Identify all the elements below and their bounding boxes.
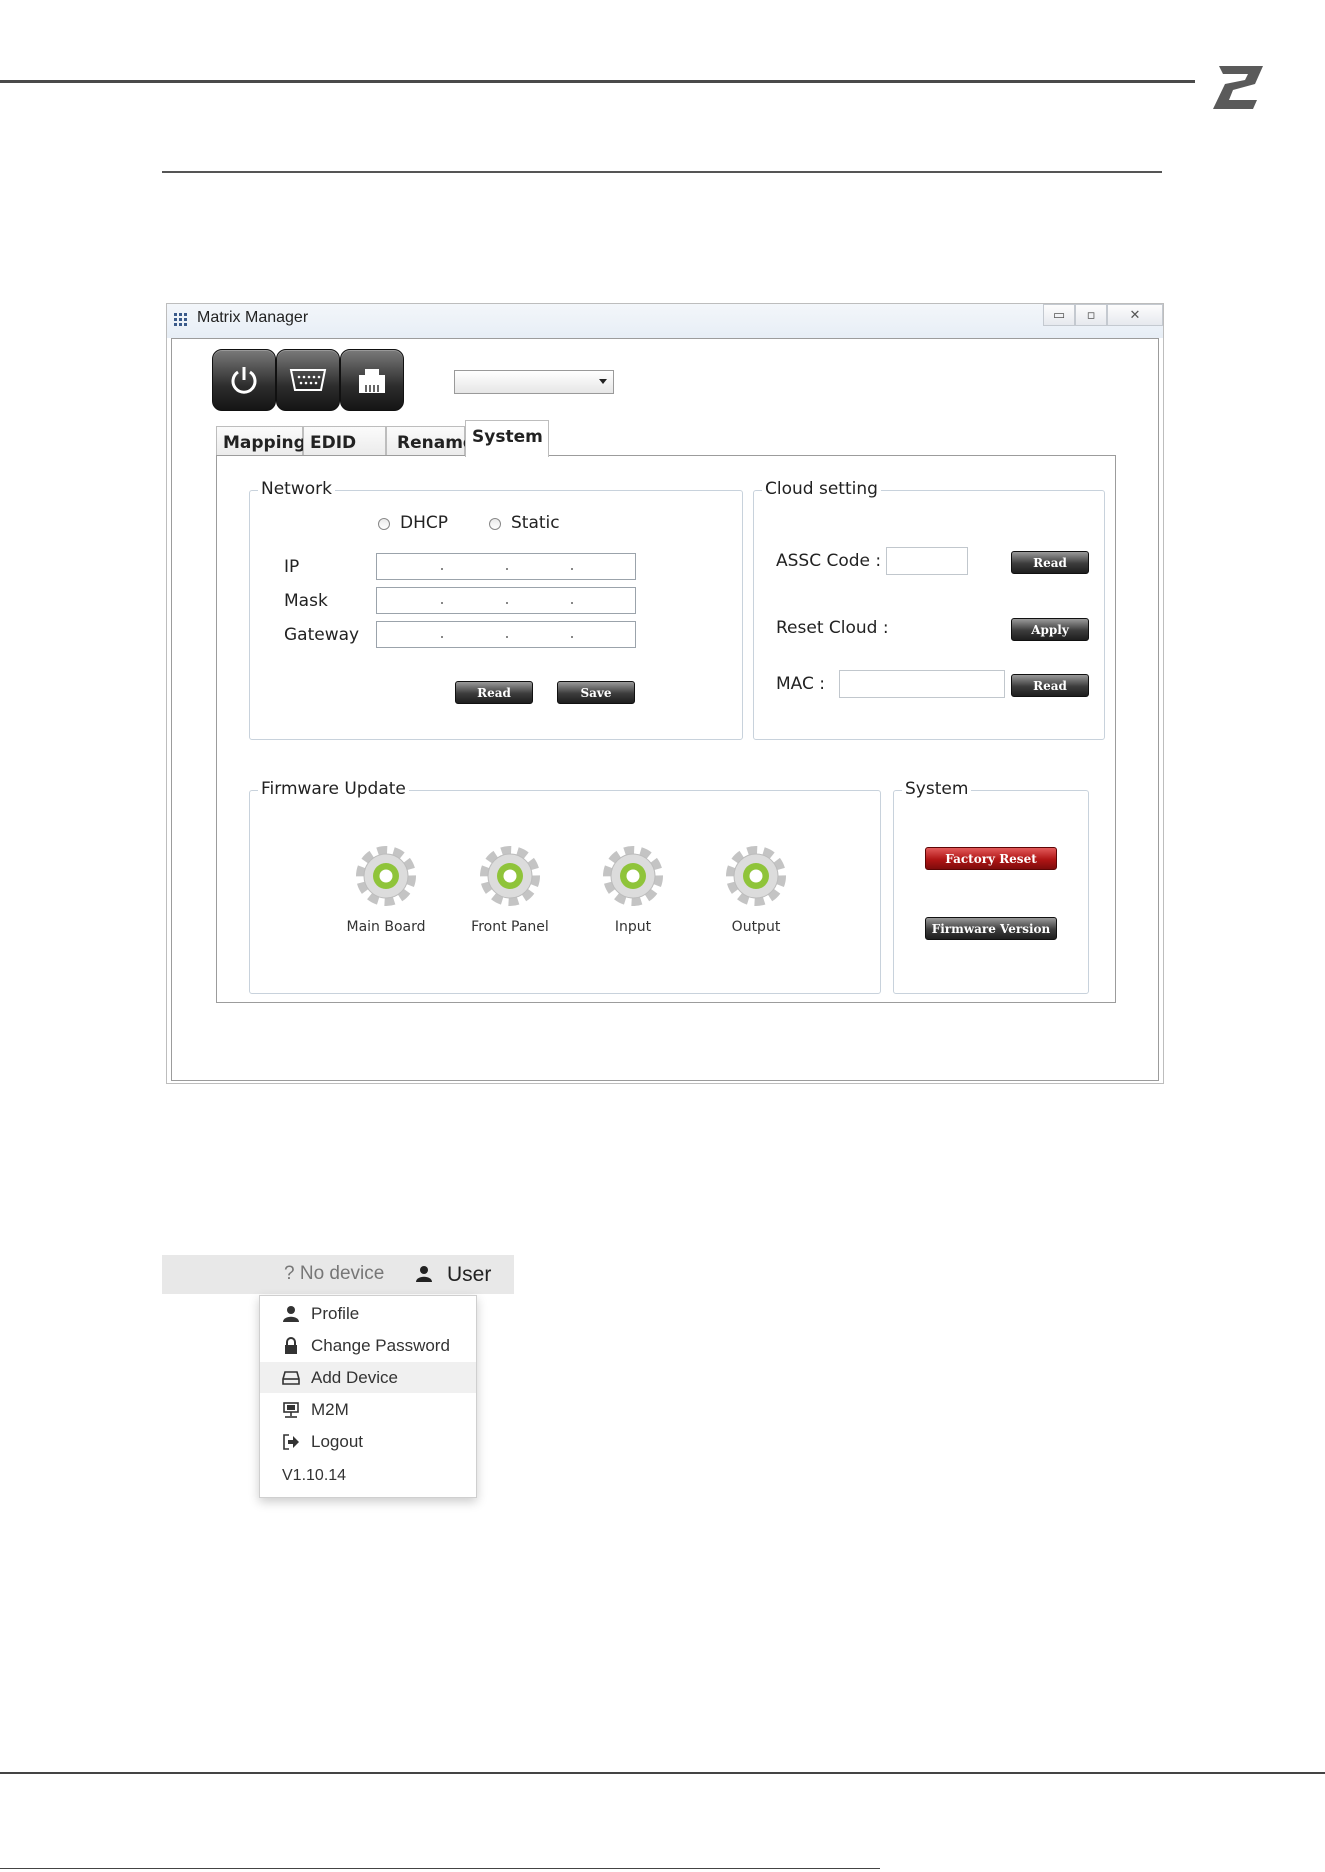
tab-system[interactable]: System bbox=[465, 420, 549, 457]
tab-system-label: System bbox=[472, 427, 543, 447]
firmware-main-board[interactable]: Main Board bbox=[326, 843, 446, 935]
tab-mapping-label: Mapping bbox=[223, 433, 306, 453]
static-label: Static bbox=[511, 513, 560, 533]
user-icon bbox=[416, 1266, 432, 1282]
factory-reset-button[interactable]: Factory Reset bbox=[925, 847, 1057, 870]
mac-field[interactable] bbox=[839, 670, 1005, 698]
static-radio[interactable] bbox=[489, 518, 501, 530]
tab-rename[interactable]: Rename bbox=[386, 426, 474, 456]
ethernet-button[interactable] bbox=[340, 349, 404, 411]
maximize-button[interactable]: ▫ bbox=[1075, 304, 1107, 326]
tab-edid-label: EDID bbox=[310, 433, 357, 453]
network-legend: Network bbox=[258, 479, 335, 499]
menu-item-label: M2M bbox=[311, 1400, 349, 1419]
hard-drive-icon bbox=[282, 1371, 300, 1385]
window-client-area: Mapping EDID Rename System Network DHCP … bbox=[171, 338, 1159, 1081]
system-tab-panel: Network DHCP Static IP Mask Gateway Read bbox=[216, 455, 1116, 1003]
network-read-button[interactable]: Read bbox=[455, 681, 533, 704]
user-menu-toggle[interactable]: User bbox=[447, 1263, 491, 1287]
title-bar: Matrix Manager ▭ ▫ ✕ bbox=[167, 304, 1163, 338]
close-icon: ✕ bbox=[1129, 307, 1141, 323]
firmware-update-group: Firmware Update Main Board Front Panel I… bbox=[249, 779, 881, 994]
minimize-button[interactable]: ▭ bbox=[1043, 304, 1075, 326]
output-label: Output bbox=[731, 919, 781, 935]
power-icon bbox=[231, 367, 257, 394]
dhcp-label: DHCP bbox=[400, 513, 448, 533]
user-icon bbox=[283, 1306, 299, 1322]
mask-label: Mask bbox=[284, 591, 328, 611]
menu-item-add-device[interactable]: Add Device bbox=[260, 1362, 476, 1393]
minimize-icon: ▭ bbox=[1052, 307, 1066, 323]
ethernet-port-icon bbox=[359, 369, 385, 393]
firmware-front-panel[interactable]: Front Panel bbox=[450, 843, 570, 935]
power-button[interactable] bbox=[212, 349, 276, 411]
system-legend: System bbox=[902, 779, 972, 799]
gateway-label: Gateway bbox=[284, 625, 360, 645]
assc-code-field[interactable] bbox=[886, 547, 968, 575]
menu-item-m2m[interactable]: M2M bbox=[260, 1394, 476, 1425]
maximize-icon: ▫ bbox=[1086, 307, 1096, 323]
device-status: ? No device bbox=[284, 1263, 385, 1284]
app-grid-icon bbox=[174, 313, 187, 326]
gear-icon bbox=[356, 846, 416, 906]
ip-label: IP bbox=[284, 557, 300, 577]
section-rule bbox=[162, 171, 1162, 173]
serial-port-icon bbox=[289, 369, 327, 391]
menu-item-label: Profile bbox=[311, 1304, 360, 1323]
menu-item-profile[interactable]: Profile bbox=[260, 1298, 476, 1329]
gear-icon bbox=[726, 846, 786, 906]
footer-rule bbox=[0, 1772, 1325, 1774]
tab-rename-label: Rename bbox=[397, 433, 475, 453]
serial-button[interactable] bbox=[276, 349, 340, 411]
lock-icon bbox=[285, 1337, 297, 1354]
cloud-legend: Cloud setting bbox=[762, 479, 881, 499]
mac-label: MAC : bbox=[776, 674, 825, 694]
reset-cloud-apply-button[interactable]: Apply bbox=[1011, 618, 1089, 641]
cloud-setting-group: Cloud setting ASSC Code : Read Reset Clo… bbox=[753, 479, 1105, 740]
gateway-field[interactable] bbox=[376, 621, 636, 648]
ip-field[interactable] bbox=[376, 553, 636, 580]
tab-mapping[interactable]: Mapping bbox=[216, 426, 306, 456]
input-label: Input bbox=[614, 919, 652, 935]
network-save-button[interactable]: Save bbox=[557, 681, 635, 704]
mask-field[interactable] bbox=[376, 587, 636, 614]
matrix-manager-window: Matrix Manager ▭ ▫ ✕ Mapping EDID Rename… bbox=[166, 303, 1164, 1084]
system-group: System Factory Reset Firmware Version bbox=[893, 779, 1089, 994]
logout-icon bbox=[283, 1434, 299, 1450]
app-version: V1.10.14 bbox=[282, 1467, 347, 1484]
menu-item-label: Add Device bbox=[311, 1368, 398, 1387]
assc-code-label: ASSC Code : bbox=[776, 551, 882, 571]
user-dropdown-menu: Profile Change Password Add Device M2M L… bbox=[259, 1295, 477, 1498]
close-button[interactable]: ✕ bbox=[1107, 304, 1163, 326]
firmware-legend: Firmware Update bbox=[258, 779, 409, 799]
network-icon bbox=[283, 1402, 299, 1418]
firmware-version-button[interactable]: Firmware Version bbox=[925, 917, 1057, 940]
firmware-input[interactable]: Input bbox=[573, 843, 693, 935]
menu-item-label: Change Password bbox=[311, 1336, 450, 1355]
window-controls: ▭ ▫ ✕ bbox=[1043, 304, 1163, 326]
assc-read-button[interactable]: Read bbox=[1011, 551, 1089, 574]
web-header-bar: ? No device User bbox=[162, 1255, 514, 1294]
menu-item-change-password[interactable]: Change Password bbox=[260, 1330, 476, 1361]
menu-item-logout[interactable]: Logout bbox=[260, 1426, 476, 1457]
chevron-down-icon bbox=[599, 379, 607, 384]
main-board-label: Main Board bbox=[346, 919, 426, 935]
front-panel-label: Front Panel bbox=[471, 919, 549, 935]
device-select[interactable] bbox=[454, 370, 614, 394]
reset-cloud-label: Reset Cloud : bbox=[776, 618, 889, 638]
firmware-output[interactable]: Output bbox=[696, 843, 816, 935]
mac-read-button[interactable]: Read bbox=[1011, 674, 1089, 697]
gear-icon bbox=[480, 846, 540, 906]
brand-logo bbox=[1213, 66, 1263, 109]
footer-rule-lower bbox=[0, 1868, 880, 1869]
network-group: Network DHCP Static IP Mask Gateway Read bbox=[249, 479, 743, 740]
menu-item-label: Logout bbox=[311, 1432, 363, 1451]
window-title: Matrix Manager bbox=[197, 309, 309, 326]
dhcp-radio[interactable] bbox=[378, 518, 390, 530]
tab-edid[interactable]: EDID bbox=[303, 426, 386, 456]
gear-icon bbox=[603, 846, 663, 906]
header-rule bbox=[0, 80, 1195, 83]
